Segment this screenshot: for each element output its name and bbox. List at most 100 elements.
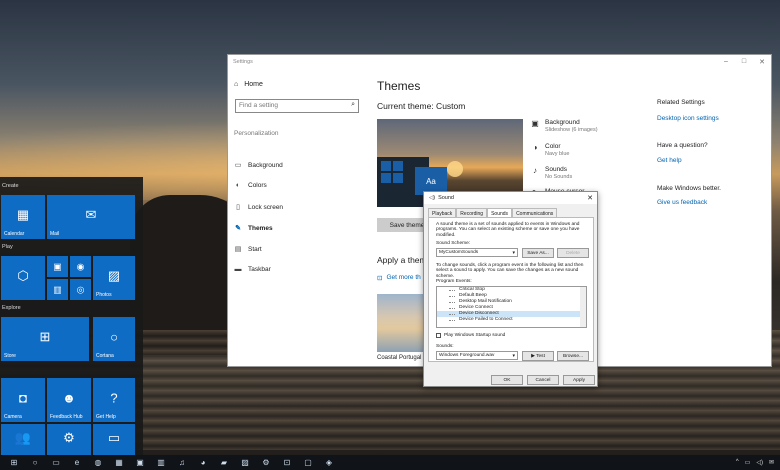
nav-home[interactable]: ⌂ Home	[234, 81, 263, 88]
tray-network-icon[interactable]: ▭	[745, 459, 751, 466]
delete-button[interactable]: Delete	[557, 248, 589, 258]
group-play: Play	[2, 244, 13, 250]
get-more-themes-link[interactable]: ⊡ Get more th	[377, 274, 421, 282]
startup-sound-checkbox[interactable]	[436, 333, 441, 338]
firefox-icon[interactable]: ◍	[91, 455, 105, 470]
test-button[interactable]: ▶ Test	[522, 351, 554, 361]
get-more-label: Get more th	[386, 274, 421, 281]
start-tile[interactable]: ○ Cortana	[93, 317, 135, 361]
disc-icon: ◉	[76, 261, 85, 271]
search-input[interactable]: Find a setting ⌕	[235, 99, 359, 113]
tray-volume-icon[interactable]: ◁)	[756, 459, 763, 466]
start-tile[interactable]: ▭	[93, 424, 135, 455]
nav-item-lock-screen[interactable]: ▯ Lock screen	[234, 203, 283, 212]
scheme-select[interactable]: MyCustomSounds ▾	[436, 248, 518, 257]
app-icon[interactable]: ▣	[133, 455, 147, 470]
tile-label: Feedback Hub	[50, 414, 83, 420]
tile-label: Mail	[50, 231, 60, 237]
store-task-icon[interactable]: ⊡	[280, 455, 294, 470]
nav-item-themes[interactable]: ✎ Themes	[234, 224, 273, 233]
cat-icon[interactable]: ◕	[196, 455, 210, 470]
cortana-icon: ○	[110, 329, 118, 345]
maximize-icon[interactable]: □	[735, 58, 753, 66]
feedback-link[interactable]: Give us feedback	[657, 199, 707, 206]
nav-item-start[interactable]: ▤ Start	[234, 245, 262, 254]
ok-button[interactable]: OK	[491, 375, 523, 385]
system-tray: ^ ▭ ◁) ✉	[736, 459, 780, 466]
program-events-list[interactable]: Critical Stop Default Beep Desktop Mail No…	[436, 286, 587, 328]
related-settings-heading: Related Settings	[657, 99, 705, 106]
tile-label: Camera	[4, 414, 22, 420]
nav-item-background[interactable]: ▭ Background	[234, 161, 283, 170]
film-icon: ▣	[53, 261, 62, 271]
folder-icon[interactable]: ▰	[217, 455, 231, 470]
taskbar: ⊞ ○ ▭ e ◍ ▦ ▣ ▥ ♫ ◕ ▰ ▨ ⚙ ⊡ ▢ ◈ ^ ▭ ◁) ✉	[0, 455, 780, 470]
start-tile[interactable]: ✉ Mail	[47, 195, 135, 239]
preview-sun	[447, 161, 463, 177]
start-tile[interactable]: ▦ Calendar	[1, 195, 45, 239]
sound-dialog: ◁) Sound ✕ Playback Recording Sounds Commun…	[423, 191, 598, 387]
start-tile[interactable]: ⬡	[1, 256, 45, 300]
start-tile[interactable]: ▥	[47, 279, 68, 300]
cancel-button[interactable]: Cancel	[527, 375, 559, 385]
minimize-icon[interactable]: –	[717, 58, 735, 66]
palette-icon: ◐	[235, 182, 241, 189]
nav-item-label: Background	[248, 161, 283, 169]
nav-item-colors[interactable]: ◐ Colors	[234, 182, 267, 189]
window-task-icon[interactable]: ▢	[301, 455, 315, 470]
windows-logo-icon[interactable]: ⊞	[7, 455, 21, 470]
start-tile[interactable]: ☻ Feedback Hub	[47, 378, 91, 422]
events-scrollbar[interactable]	[580, 287, 586, 327]
calendar-task-icon[interactable]: ▦	[112, 455, 126, 470]
photo-task-icon[interactable]: ▨	[238, 455, 252, 470]
shield-task-icon[interactable]: ◈	[322, 455, 336, 470]
start-tile[interactable]: ? Get Help	[93, 378, 135, 422]
start-tile[interactable]: 👥	[1, 424, 45, 455]
sound-file-select[interactable]: Windows Foreground.wav ▾	[436, 351, 518, 360]
start-tile[interactable]: ▣	[47, 256, 68, 277]
start-tile[interactable]: ◘ Camera	[1, 378, 45, 422]
theme-option-sounds[interactable]: ♪ Sounds No Sounds	[530, 166, 572, 180]
start-tile[interactable]: ⊞ Store	[1, 317, 89, 361]
sounds-tab-panel: A sound theme is a set of sounds applied…	[428, 217, 594, 362]
page-title: Themes	[377, 79, 421, 93]
start-tile[interactable]: ▨ Photos	[93, 256, 135, 300]
start-tile[interactable]: ⚙	[47, 424, 91, 455]
browse-button[interactable]: Browse...	[557, 351, 589, 361]
background-option-icon: ▣	[531, 119, 539, 128]
get-help-link[interactable]: Get help	[657, 157, 682, 164]
lock-screen-icon: ▯	[236, 204, 240, 211]
feedback-icon: ☻	[62, 390, 76, 406]
music-icon[interactable]: ♫	[175, 455, 189, 470]
save-as-button[interactable]: Save As...	[522, 248, 554, 258]
search-icon: ⌕	[351, 101, 355, 108]
calculator-task-icon[interactable]: ▥	[154, 455, 168, 470]
theme-option-color[interactable]: ◑ Color Navy blue	[530, 143, 570, 157]
search-icon[interactable]: ○	[28, 455, 42, 470]
people-icon: 👥	[14, 429, 32, 445]
apply-button[interactable]: Apply	[563, 375, 595, 385]
task-view-icon[interactable]: ▭	[49, 455, 63, 470]
theme-option-background[interactable]: ▣ Background Slideshow (6 images)	[530, 119, 598, 133]
tray-chevron-icon[interactable]: ^	[736, 459, 739, 466]
settings-nav: ⌂ Home Find a setting ⌕ Personalization …	[228, 68, 368, 366]
nav-item-taskbar[interactable]: ▬ Taskbar	[234, 266, 271, 273]
calculator-icon: ▥	[53, 284, 62, 294]
edge-icon[interactable]: e	[70, 455, 84, 470]
start-tile[interactable]: ◉	[70, 256, 91, 277]
startup-sound-checkbox-row[interactable]: Play Windows Startup sound	[436, 333, 505, 338]
camera-small-icon: ◎	[76, 284, 85, 294]
theme-thumbnail[interactable]	[377, 294, 429, 352]
option-subtitle: Slideshow (6 images)	[545, 127, 598, 133]
close-icon[interactable]: ✕	[753, 58, 771, 66]
list-item[interactable]: Device Failed to Connect	[437, 317, 586, 323]
desktop-icon-settings-link[interactable]: Desktop icon settings	[657, 115, 719, 122]
sound-title: Sound	[438, 195, 454, 201]
sound-file-value: Windows Foreground.wav	[439, 353, 495, 358]
tray-notification-icon[interactable]: ✉	[769, 459, 774, 466]
start-menu: Create Play Explore ▦ Calendar ✉ Mail ⬡ ▣ ◉ ▥ ◎ ▨…	[0, 177, 143, 455]
photos-icon: ▨	[107, 267, 121, 283]
settings-task-icon[interactable]: ⚙	[259, 455, 273, 470]
start-tile[interactable]: ◎	[70, 279, 91, 300]
sound-close-icon[interactable]: ✕	[587, 194, 593, 202]
